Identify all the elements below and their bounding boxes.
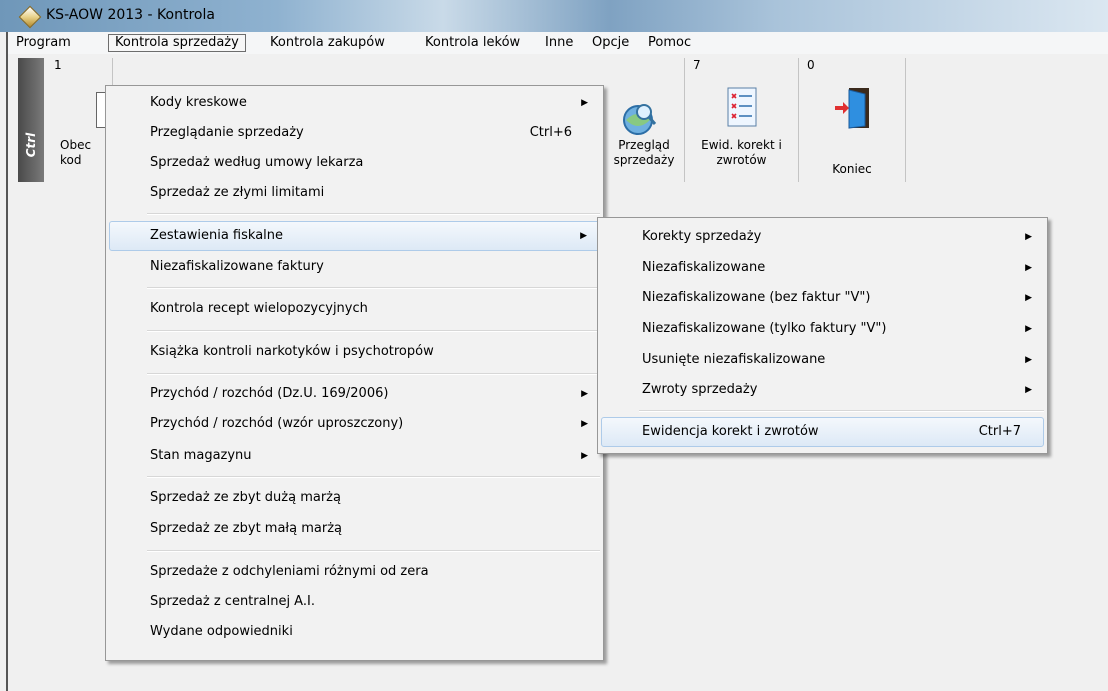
menu-item-shortcut: Ctrl+7 — [978, 424, 1021, 439]
toolbar-button-przeglad-sprzedazy[interactable]: Przegląd sprzedaży — [604, 58, 685, 182]
submenu-arrow-icon: ▶ — [581, 98, 588, 108]
menu-bar: Program Kontrola sprzedaży Kontrola zaku… — [6, 32, 1108, 54]
submenu-arrow-icon: ▶ — [581, 451, 588, 461]
app-icon — [18, 5, 42, 29]
toolbar-button-number: 7 — [693, 58, 701, 72]
menu-item-label: Książka kontroli narkotyków i psychotrop… — [150, 344, 434, 359]
menu-item-ksiazka-narkotykow[interactable]: Książka kontroli narkotyków i psychotrop… — [109, 337, 600, 367]
window-title: KS-AOW 2013 - Kontrola — [46, 7, 215, 23]
submenu-arrow-icon: ▶ — [581, 389, 588, 399]
menu-kontrola-zakupow[interactable]: Kontrola zakupów — [264, 34, 391, 52]
toolbar-button-ewid-korekt[interactable]: 7 Ewid. korekt i zwrotów — [685, 58, 799, 182]
submenu-item-usuniete[interactable]: Usunięte niezafiskalizowane ▶ — [601, 345, 1044, 375]
submenu-item-niezafiskalizowane[interactable]: Niezafiskalizowane ▶ — [601, 253, 1044, 283]
menu-item-kontrola-recept[interactable]: Kontrola recept wielopozycyjnych — [109, 294, 600, 324]
menu-item-label: Kontrola recept wielopozycyjnych — [150, 301, 368, 316]
toolbar-button-label: Przegląd sprzedaży — [613, 138, 675, 167]
menu-item-shortcut: Ctrl+6 — [529, 125, 572, 140]
menu-item-label: Niezafiskalizowane (bez faktur "V") — [642, 290, 871, 305]
menu-item-label: Przychód / rozchód (wzór uproszczony) — [150, 416, 404, 431]
magnifier-globe-icon — [623, 104, 657, 135]
menu-separator — [147, 476, 600, 478]
menu-item-przychod-rozchod-dzu[interactable]: Przychód / rozchód (Dz.U. 169/2006) ▶ — [109, 379, 600, 409]
menu-item-label: Sprzedaż ze złymi limitami — [150, 185, 325, 200]
menu-program[interactable]: Program — [10, 34, 77, 52]
menu-item-label: Zwroty sprzedaży — [642, 382, 758, 397]
menu-item-label: Niezafiskalizowane faktury — [150, 259, 324, 274]
menu-item-sprzedaz-wedlug-umowy[interactable]: Sprzedaż według umowy lekarza — [109, 148, 600, 178]
submenu-arrow-icon: ▶ — [1025, 355, 1032, 365]
menu-item-stan-magazynu[interactable]: Stan magazynu ▶ — [109, 441, 600, 471]
menu-item-label: Korekty sprzedaży — [642, 229, 762, 244]
menu-item-label: Przychód / rozchód (Dz.U. 169/2006) — [150, 386, 389, 401]
menu-item-wydane-odpowiedniki[interactable]: Wydane odpowiedniki — [109, 617, 600, 647]
exit-door-icon — [835, 88, 869, 129]
menu-item-label: Sprzedaże z odchyleniami różnymi od zera — [150, 564, 429, 579]
menu-separator — [147, 373, 600, 375]
ctrl-label: Ctrl — [24, 132, 38, 158]
menu-item-centralna-ai[interactable]: Sprzedaż z centralnej A.I. — [109, 587, 600, 617]
kontrola-sprzedazy-dropdown: Kody kreskowe ▶ Przeglądanie sprzedaży Ctr… — [105, 85, 604, 661]
submenu-arrow-icon: ▶ — [1025, 232, 1032, 242]
submenu-item-tylko-faktury-v[interactable]: Niezafiskalizowane (tylko faktury "V") ▶ — [601, 314, 1044, 344]
toolbar-button-number: 0 — [807, 58, 815, 72]
menu-item-label: Stan magazynu — [150, 448, 252, 463]
submenu-arrow-icon: ▶ — [1025, 263, 1032, 273]
toolbar-button-number: 1 — [54, 58, 62, 72]
submenu-arrow-icon: ▶ — [1025, 324, 1032, 334]
toolbar-button-label: Koniec — [832, 162, 872, 176]
menu-item-label: Sprzedaż ze zbyt dużą marżą — [150, 490, 341, 505]
submenu-arrow-icon: ▶ — [581, 419, 588, 429]
menu-item-label: Ewidencja korekt i zwrotów — [642, 424, 819, 439]
toolbar-button-koniec[interactable]: 0 Koniec — [799, 58, 906, 182]
menu-item-przegladanie-sprzedazy[interactable]: Przeglądanie sprzedaży Ctrl+6 — [109, 118, 600, 148]
submenu-arrow-icon: ▶ — [1025, 385, 1032, 395]
menu-item-label: Niezafiskalizowane (tylko faktury "V") — [642, 321, 887, 336]
menu-item-label: Sprzedaż z centralnej A.I. — [150, 594, 315, 609]
submenu-item-zwroty-sprzedazy[interactable]: Zwroty sprzedaży ▶ — [601, 375, 1044, 405]
menu-item-label: Kody kreskowe — [150, 95, 247, 110]
toolbar-button-label: Obec kod — [60, 138, 92, 167]
menu-item-label: Sprzedaż według umowy lekarza — [150, 155, 364, 170]
submenu-arrow-icon: ▶ — [1025, 293, 1032, 303]
menu-item-label: Usunięte niezafiskalizowane — [642, 352, 826, 367]
menu-item-zbyt-duza-marza[interactable]: Sprzedaż ze zbyt dużą marżą — [109, 483, 600, 513]
zestawienia-fiskalne-submenu: Korekty sprzedaży ▶ Niezafiskalizowane ▶ N… — [597, 217, 1048, 454]
submenu-item-ewidencja-korekt[interactable]: Ewidencja korekt i zwrotów Ctrl+7 — [601, 417, 1044, 447]
ctrl-strip: Ctrl — [18, 58, 44, 182]
menu-separator — [147, 213, 600, 215]
menu-item-label: Zestawienia fiskalne — [150, 228, 284, 243]
toolbar-button-label: Ewid. korekt i zwrotów — [701, 138, 782, 167]
menu-item-sprzedaz-zle-limity[interactable]: Sprzedaż ze złymi limitami — [109, 178, 600, 208]
menu-separator — [639, 410, 1044, 412]
menu-item-zbyt-mala-marza[interactable]: Sprzedaż ze zbyt małą marżą — [109, 514, 600, 544]
submenu-item-korekty-sprzedazy[interactable]: Korekty sprzedaży ▶ — [601, 222, 1044, 252]
menu-opcje[interactable]: Opcje — [586, 34, 635, 52]
menu-item-label: Sprzedaż ze zbyt małą marżą — [150, 521, 342, 536]
menu-kontrola-lekow[interactable]: Kontrola leków — [419, 34, 526, 52]
menu-item-niezafiskalizowane-faktury[interactable]: Niezafiskalizowane faktury — [109, 252, 600, 282]
menu-item-kody-kreskowe[interactable]: Kody kreskowe ▶ — [109, 88, 600, 118]
menu-separator — [147, 330, 600, 332]
toolbar-button-obec-kod[interactable]: 1 Obec kod — [46, 58, 113, 182]
menu-item-label: Wydane odpowiedniki — [150, 624, 293, 639]
submenu-item-bez-faktur-v[interactable]: Niezafiskalizowane (bez faktur "V") ▶ — [601, 283, 1044, 313]
menu-item-label: Przeglądanie sprzedaży — [150, 125, 304, 140]
submenu-arrow-icon: ▶ — [580, 231, 587, 241]
checklist-icon — [727, 87, 757, 127]
menu-separator — [147, 287, 600, 289]
menu-separator — [147, 550, 600, 552]
menu-item-label: Niezafiskalizowane — [642, 260, 766, 275]
menu-pomoc[interactable]: Pomoc — [642, 34, 697, 52]
menu-kontrola-sprzedazy[interactable]: Kontrola sprzedaży — [108, 34, 246, 52]
menu-item-przychod-rozchod-wzor[interactable]: Przychód / rozchód (wzór uproszczony) ▶ — [109, 409, 600, 439]
title-bar: KS-AOW 2013 - Kontrola — [0, 0, 1108, 32]
menu-item-zestawienia-fiskalne[interactable]: Zestawienia fiskalne ▶ — [109, 221, 600, 251]
menu-item-odchylenia[interactable]: Sprzedaże z odchyleniami różnymi od zera — [109, 557, 600, 587]
menu-inne[interactable]: Inne — [539, 34, 579, 52]
